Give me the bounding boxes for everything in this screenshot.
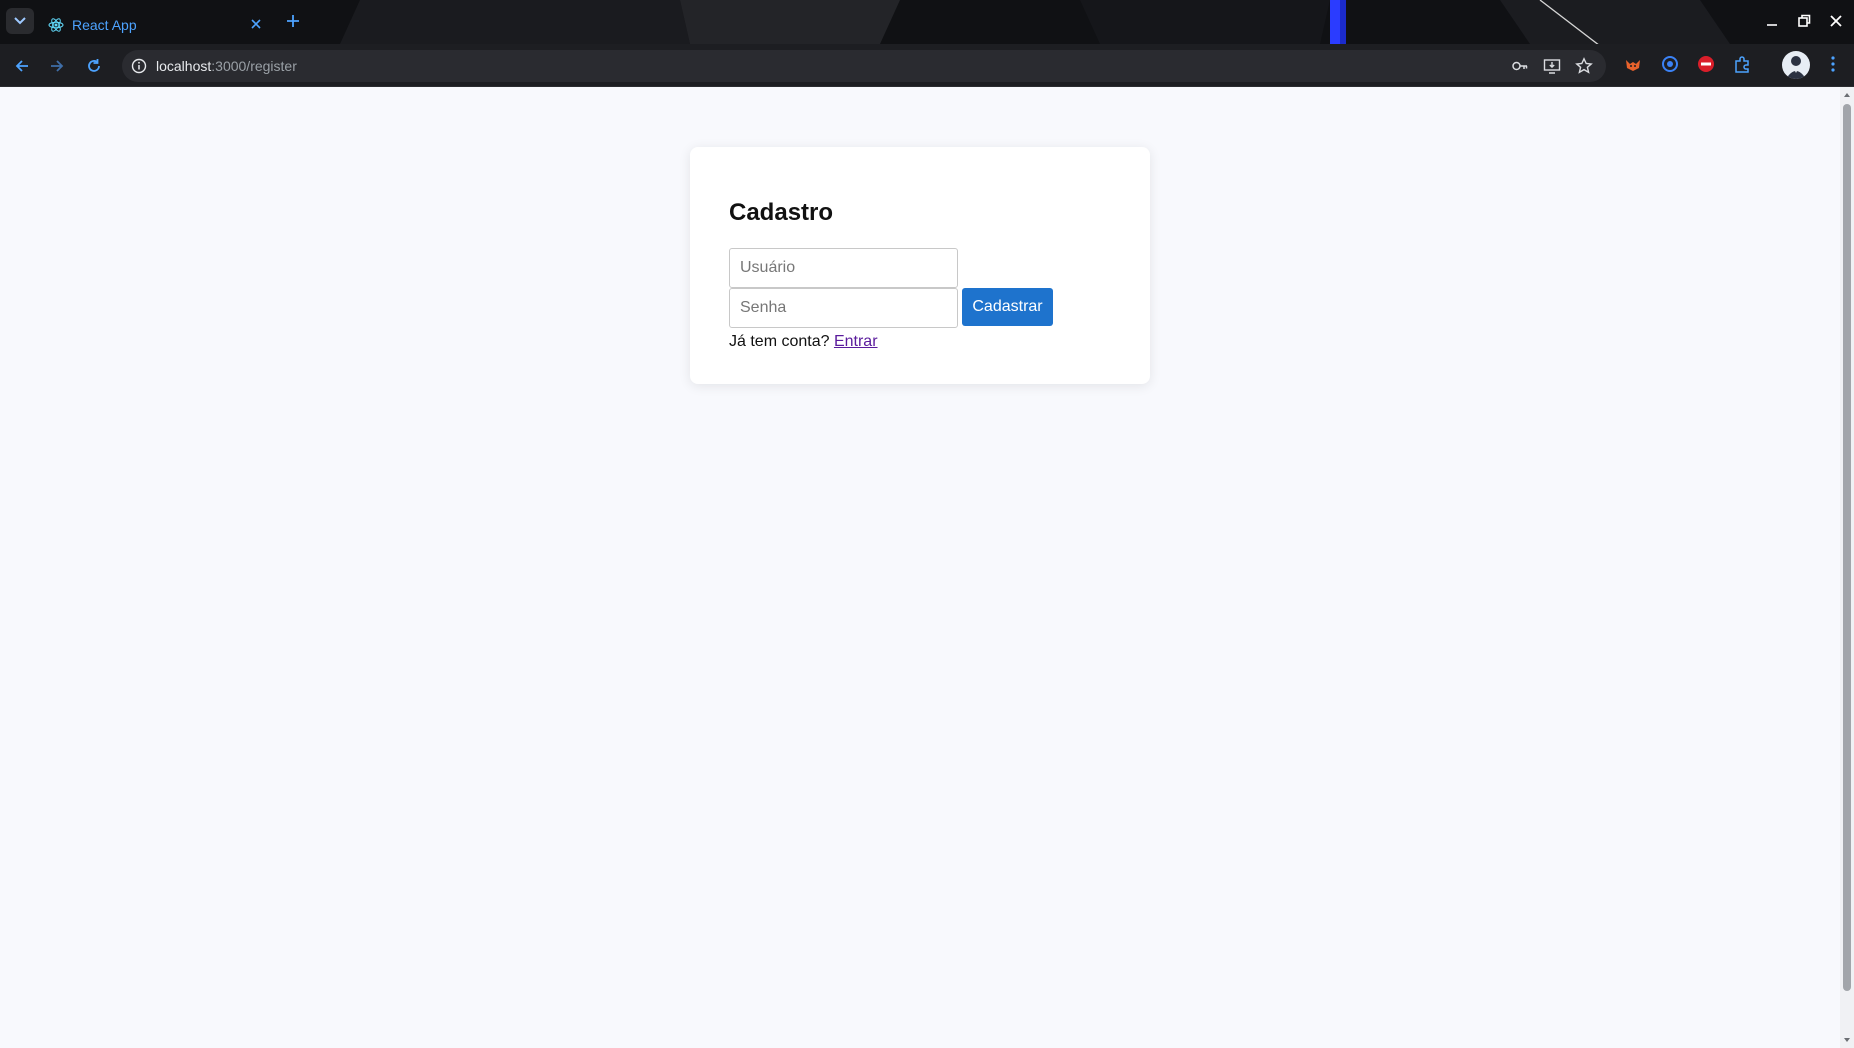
- address-bar[interactable]: localhost:3000/register: [122, 50, 1606, 82]
- url-path: :3000/register: [211, 58, 297, 74]
- forward-button[interactable]: [44, 53, 70, 79]
- browser-toolbar: localhost:3000/register: [0, 44, 1854, 86]
- kebab-menu-icon[interactable]: [1822, 53, 1844, 75]
- puzzle-icon[interactable]: [1731, 53, 1753, 75]
- url-text: localhost:3000/register: [156, 58, 297, 74]
- star-icon[interactable]: [1574, 56, 1594, 76]
- avatar-image: [1786, 56, 1806, 79]
- username-input[interactable]: [729, 248, 958, 288]
- restore-icon[interactable]: [1792, 10, 1816, 32]
- scroll-down-arrow-icon[interactable]: [1843, 1036, 1851, 1044]
- adblock-icon[interactable]: [1695, 53, 1717, 75]
- key-icon[interactable]: [1510, 56, 1530, 76]
- close-icon[interactable]: [246, 14, 266, 34]
- page-scrollbar[interactable]: [1840, 87, 1854, 1048]
- extension-circle-icon[interactable]: [1659, 53, 1681, 75]
- minimize-icon[interactable]: [1760, 10, 1784, 32]
- password-input[interactable]: [729, 288, 958, 328]
- url-host: localhost: [156, 58, 212, 74]
- login-link[interactable]: Entrar: [834, 333, 878, 350]
- extension-fox-icon[interactable]: [1622, 53, 1644, 75]
- chevron-down-icon: [14, 17, 26, 25]
- window-close-icon[interactable]: [1824, 10, 1848, 32]
- page-viewport: Cadastro Cadastrar Já tem conta? Entrar: [0, 87, 1840, 1048]
- browser-titlebar: React App: [0, 0, 1854, 44]
- tab-search-button[interactable]: [6, 8, 34, 34]
- reload-button[interactable]: [81, 53, 107, 79]
- new-tab-button[interactable]: [282, 10, 304, 32]
- scrollbar-thumb[interactable]: [1843, 104, 1851, 991]
- register-button[interactable]: Cadastrar: [962, 288, 1053, 326]
- register-card: Cadastro Cadastrar Já tem conta? Entrar: [690, 147, 1150, 384]
- profile-avatar[interactable]: [1782, 51, 1810, 79]
- scroll-up-arrow-icon[interactable]: [1843, 91, 1851, 99]
- page-title: Cadastro: [729, 199, 834, 226]
- login-prompt-text: Já tem conta?: [729, 333, 830, 350]
- tab-title: React App: [72, 17, 137, 33]
- back-button[interactable]: [9, 53, 35, 79]
- info-icon[interactable]: [130, 57, 148, 75]
- login-prompt: Já tem conta? Entrar: [729, 333, 878, 351]
- tab-react-app[interactable]: React App: [36, 6, 280, 44]
- install-app-icon[interactable]: [1542, 56, 1562, 76]
- react-logo-icon: [48, 18, 64, 32]
